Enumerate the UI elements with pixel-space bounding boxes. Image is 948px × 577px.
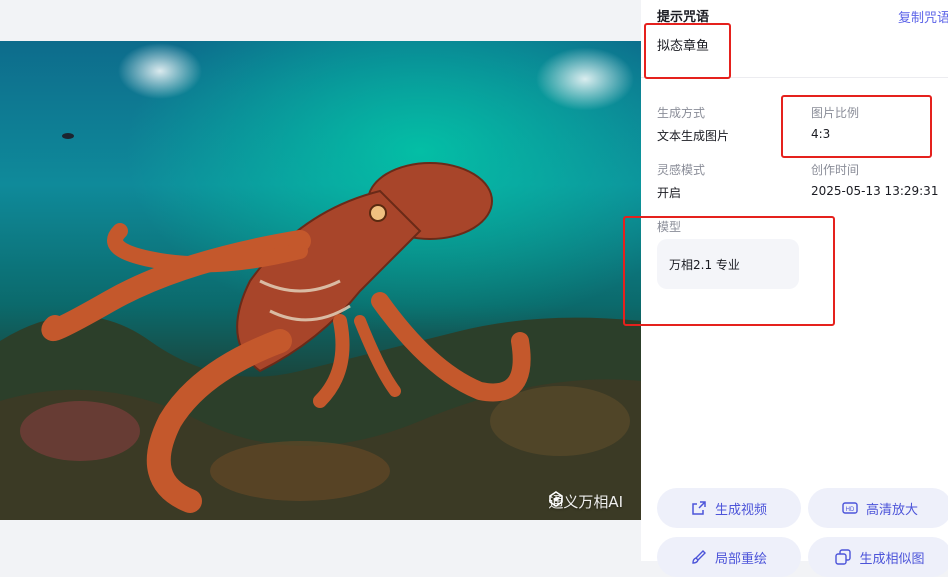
button-label: 高清放大 — [865, 502, 918, 518]
generate-similar-button[interactable]: 生成相似图 — [808, 537, 948, 577]
meta-label: 生成方式 — [657, 106, 706, 120]
upscale-button[interactable]: HD 高清放大 — [808, 488, 948, 528]
tongyi-logo-icon — [549, 491, 564, 507]
prompt-heading: 提示咒语 — [657, 10, 710, 25]
meta-label: 创作时间 — [811, 163, 860, 177]
meta-value: 开启 — [657, 186, 682, 200]
image-info-panel: 提示咒语 复制咒语 拟态章鱼 生成方式 文本生成图片 图片比例 4:3 灵感模式… — [641, 0, 948, 577]
hd-icon: HD — [842, 502, 858, 514]
meta-label: 灵感模式 — [657, 163, 706, 177]
button-label: 生成视频 — [714, 502, 767, 518]
copy-images-icon — [835, 549, 852, 565]
brush-icon — [692, 550, 706, 564]
meta-label: 图片比例 — [811, 106, 860, 120]
meta-value: 2025-05-13 13:29:31 — [811, 184, 939, 198]
meta-label: 模型 — [657, 220, 682, 234]
button-label: 局部重绘 — [714, 551, 767, 567]
divider — [641, 77, 948, 78]
generated-image[interactable]: 通义万相AI — [0, 41, 641, 520]
svg-text:HD: HD — [846, 507, 855, 513]
share-out-icon — [692, 501, 706, 515]
meta-model: 模型 — [657, 218, 681, 241]
image-viewer: 通义万相AI — [0, 0, 641, 561]
meta-generation-mode: 生成方式 文本生成图片 — [657, 104, 729, 144]
generate-video-button[interactable]: 生成视频 — [657, 488, 801, 528]
copy-prompt-link[interactable]: 复制咒语 — [898, 7, 948, 26]
model-chip: 万相2.1 专业 — [657, 239, 799, 289]
meta-value: 4:3 — [811, 127, 831, 141]
prompt-text: 拟态章鱼 — [657, 39, 710, 54]
octopus-illustration — [0, 133, 641, 520]
inpaint-button[interactable]: 局部重绘 — [657, 537, 801, 577]
meta-inspiration-mode: 灵感模式 开启 — [657, 161, 705, 201]
watermark: 通义万相AI — [548, 491, 623, 512]
meta-aspect-ratio: 图片比例 4:3 — [811, 104, 859, 141]
button-label: 生成相似图 — [859, 551, 925, 567]
meta-value: 文本生成图片 — [657, 129, 730, 143]
meta-created-time: 创作时间 2025-05-13 13:29:31 — [811, 161, 938, 198]
